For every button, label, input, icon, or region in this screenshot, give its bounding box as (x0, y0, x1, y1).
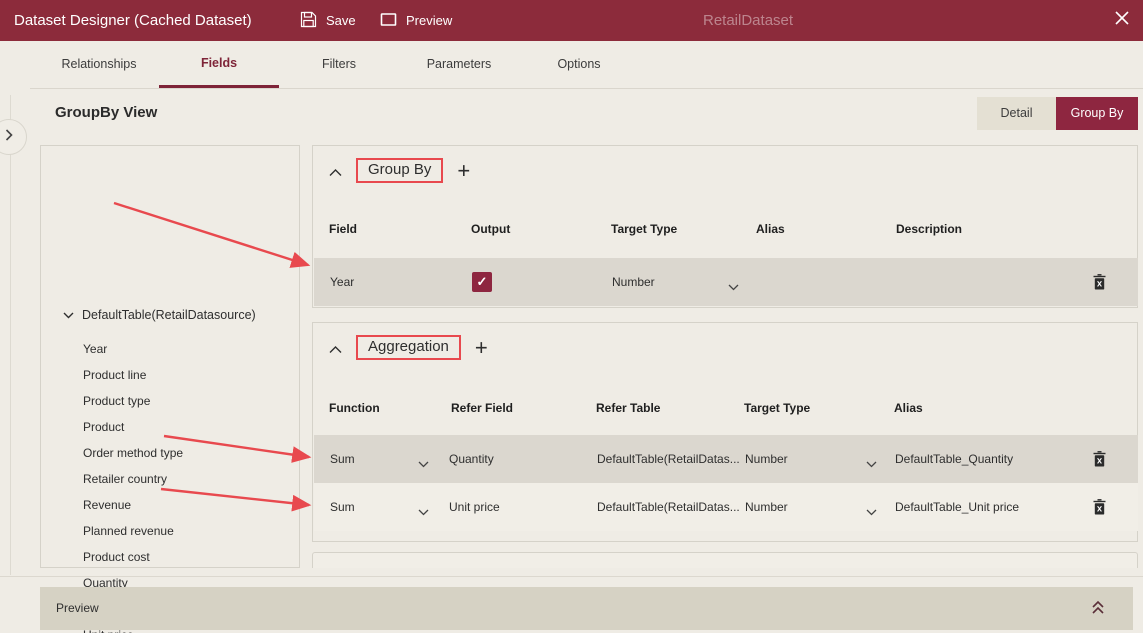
column-header-refer-field: Refer Field (451, 401, 514, 415)
group-by-section: Group By + Field Output Target Type Alia… (312, 145, 1138, 308)
alias-cell: DefaultTable_Quantity (895, 452, 1014, 466)
aggregation-section: Aggregation + Function Refer Field Refer… (312, 322, 1138, 542)
save-icon (300, 11, 317, 31)
column-header-output: Output (471, 222, 511, 236)
column-header-target-type: Target Type (611, 222, 678, 236)
tab-options[interactable]: Options (519, 41, 639, 88)
tab-fields[interactable]: Fields (159, 41, 279, 88)
tree-root-label: DefaultTable(RetailDatasource) (82, 308, 256, 322)
save-button[interactable]: Save (300, 0, 356, 41)
tree-item-product[interactable]: Product (83, 414, 183, 440)
tab-filters[interactable]: Filters (279, 41, 399, 88)
topbar: Dataset Designer (Cached Dataset) Save P… (0, 0, 1143, 41)
tree-item-product-line[interactable]: Product line (83, 362, 183, 388)
aggregation-row-unit-price: Sum Unit price DefaultTable(RetailDatas.… (314, 483, 1138, 531)
delete-row-button[interactable] (1093, 499, 1106, 520)
delete-row-button[interactable] (1093, 451, 1106, 472)
aggregation-section-header: Aggregation + (329, 335, 488, 360)
output-checkbox[interactable]: ✓ (472, 272, 492, 292)
tree-item-year[interactable]: Year (83, 336, 183, 362)
group-by-section-title: Group By (356, 158, 444, 183)
column-header-function: Function (329, 401, 380, 415)
preview-button[interactable]: Preview (380, 0, 452, 41)
window-title: Dataset Designer (Cached Dataset) (14, 12, 252, 29)
aggregation-section-title: Aggregation (356, 335, 461, 360)
preview-label: Preview (406, 13, 453, 28)
expand-panel-handle[interactable] (0, 119, 27, 155)
preview-panel-label: Preview (56, 601, 99, 615)
column-header-refer-table: Refer Table (596, 401, 661, 415)
target-type-dropdown[interactable]: Number (612, 258, 655, 306)
column-header-description: Description (896, 222, 963, 236)
left-panel-divider (10, 95, 11, 575)
target-type-dropdown[interactable]: Number (745, 483, 788, 531)
column-header-field: Field (329, 222, 358, 236)
refer-table-cell: DefaultTable(RetailDatas... (597, 452, 740, 466)
refer-table-cell: DefaultTable(RetailDatas... (597, 500, 740, 514)
tree-item-product-type[interactable]: Product type (83, 388, 183, 414)
group-by-toggle-button[interactable]: Group By (1056, 97, 1138, 130)
chevron-down-icon[interactable] (418, 503, 429, 521)
chevron-down-icon[interactable] (866, 503, 877, 521)
dataset-designer-window: Dataset Designer (Cached Dataset) Save P… (0, 0, 1143, 633)
preview-panel-bar[interactable]: Preview (40, 587, 1133, 630)
next-section-stub (312, 552, 1138, 568)
target-type-dropdown[interactable]: Number (745, 435, 788, 483)
chevron-right-icon (5, 128, 13, 146)
group-by-row-year: Year ✓ Number (314, 258, 1138, 306)
preview-icon (380, 12, 397, 30)
column-header-target-type: Target Type (744, 401, 811, 415)
tree-item-revenue[interactable]: Revenue (83, 492, 183, 518)
chevron-down-icon[interactable] (418, 455, 429, 473)
tree-item-planned-revenue[interactable]: Planned revenue (83, 518, 183, 544)
tab-strip-divider (30, 88, 1143, 89)
tree-root-table[interactable]: DefaultTable(RetailDatasource) (63, 308, 256, 322)
close-icon (1115, 11, 1129, 30)
collapse-icon[interactable] (329, 337, 342, 359)
delete-row-button[interactable] (1093, 274, 1106, 295)
column-header-alias: Alias (894, 401, 923, 415)
tab-relationships[interactable]: Relationships (39, 41, 159, 88)
column-header-alias: Alias (756, 222, 785, 236)
refer-field-cell: Quantity (449, 452, 494, 466)
bottom-divider (0, 576, 1143, 577)
group-by-section-header: Group By + (329, 158, 470, 183)
detail-toggle-button[interactable]: Detail (977, 97, 1056, 130)
function-dropdown[interactable]: Sum (330, 435, 355, 483)
aggregation-row-quantity: Sum Quantity DefaultTable(RetailDatas...… (314, 435, 1138, 483)
tab-parameters[interactable]: Parameters (399, 41, 519, 88)
function-dropdown[interactable]: Sum (330, 483, 355, 531)
close-button[interactable] (1115, 0, 1129, 41)
tree-item-order-method-type[interactable]: Order method type (83, 440, 183, 466)
tree-item-product-cost[interactable]: Product cost (83, 544, 183, 570)
field-tree-panel: DefaultTable(RetailDatasource) Year Prod… (40, 145, 300, 633)
tab-strip: Relationships Fields Filters Parameters … (39, 41, 639, 88)
add-aggregation-button[interactable]: + (475, 336, 488, 358)
save-label: Save (326, 13, 356, 28)
tree-item-retailer-country[interactable]: Retailer country (83, 466, 183, 492)
chevron-down-icon[interactable] (866, 455, 877, 473)
field-cell: Year (330, 275, 355, 289)
chevron-down-icon (63, 308, 74, 322)
refer-field-cell: Unit price (449, 500, 500, 514)
collapse-icon[interactable] (329, 160, 342, 182)
page-title: GroupBy View (55, 104, 158, 121)
expand-up-icon[interactable] (1091, 600, 1105, 620)
dataset-name: RetailDataset (703, 12, 794, 29)
chevron-down-icon[interactable] (728, 278, 739, 296)
alias-cell: DefaultTable_Unit price (895, 500, 1020, 514)
add-group-by-button[interactable]: + (457, 159, 470, 181)
